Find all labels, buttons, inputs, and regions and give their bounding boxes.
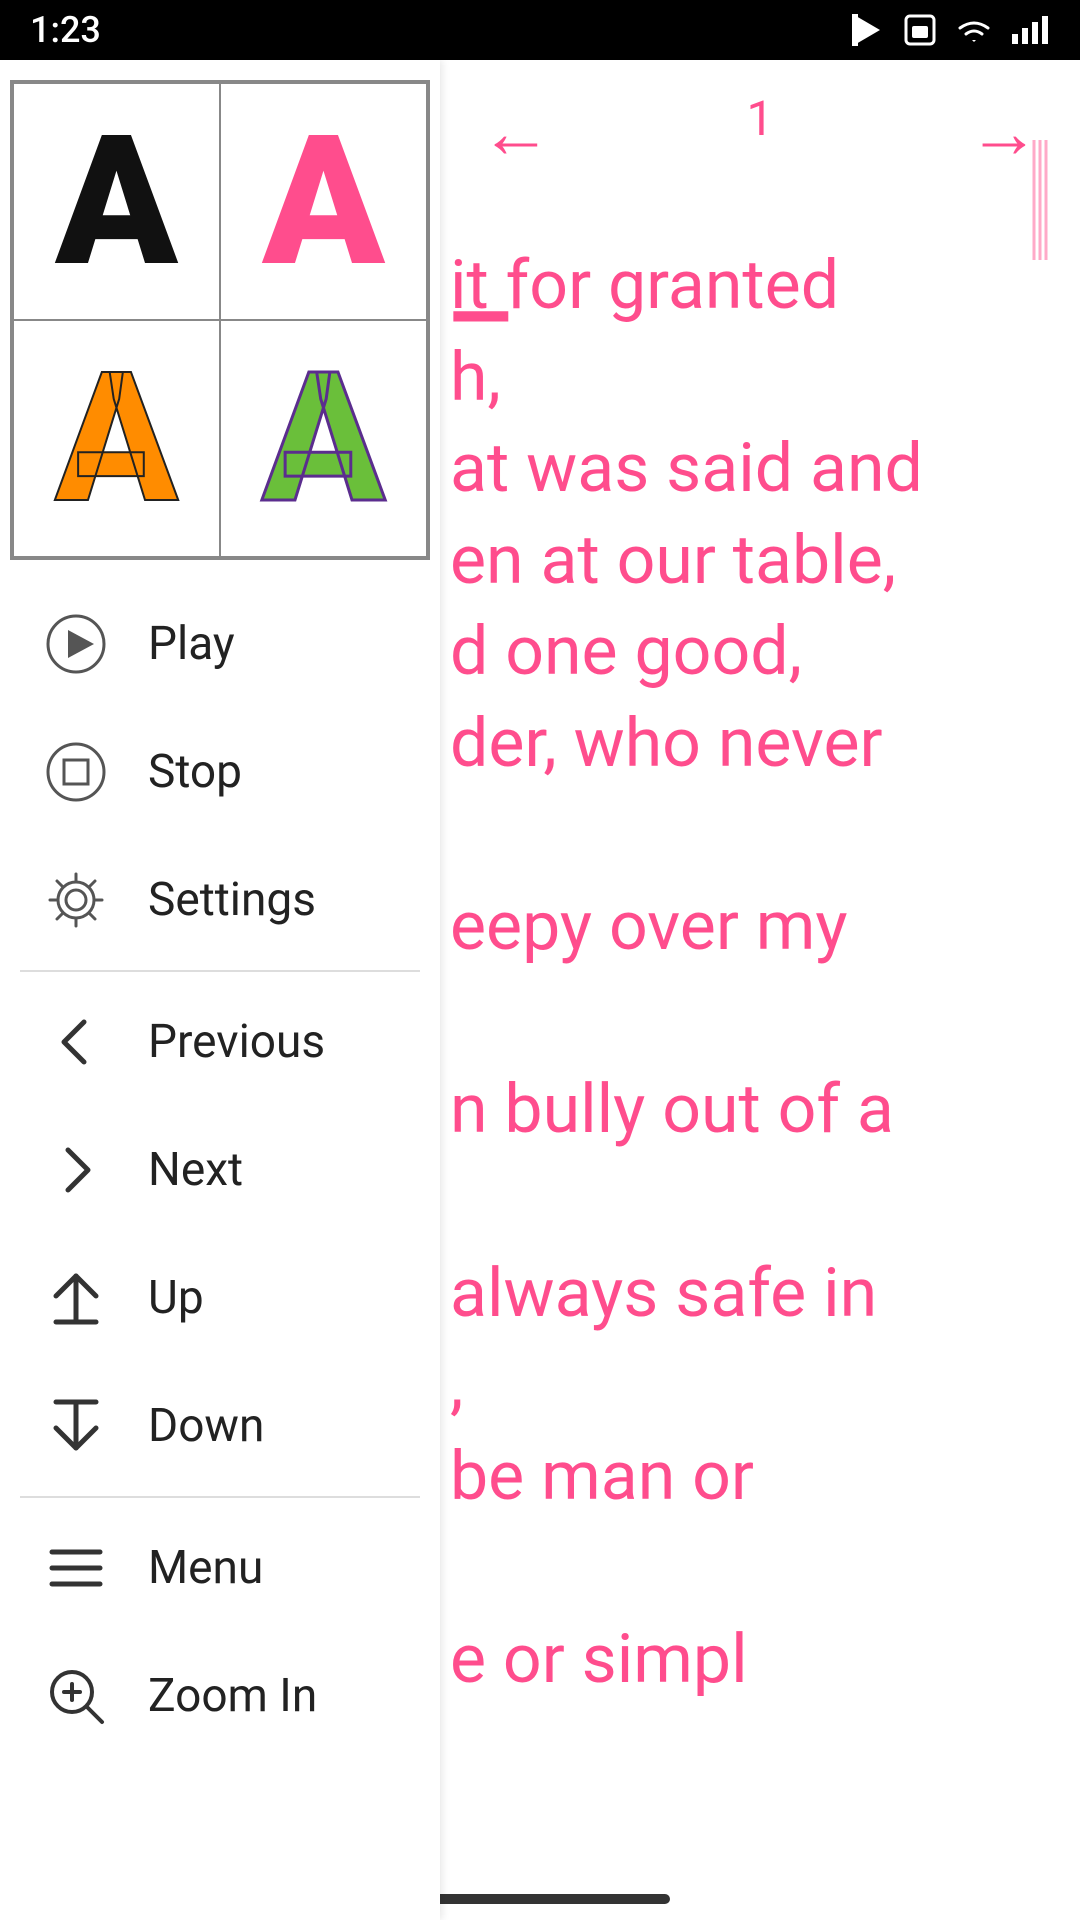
play-store-icon (850, 12, 886, 48)
next-label: Next (148, 1143, 243, 1197)
status-icons (850, 12, 1050, 48)
arrow-right-icon (40, 1134, 112, 1206)
right-panel: ← 1 → — it for granted h, at was said an… (440, 60, 1080, 1920)
font-cell-green-purple[interactable]: A (220, 320, 427, 557)
content-line-6: der, who never (450, 703, 1060, 785)
content-line-8: eepy over my (450, 886, 1060, 968)
sim-icon (902, 12, 938, 48)
font-cell-orange[interactable]: A (13, 320, 220, 557)
content-line-12: always safe in (450, 1253, 1060, 1335)
zoom-in-label: Zoom In (148, 1669, 317, 1723)
vertical-dots (1018, 140, 1060, 260)
divider-2 (20, 1496, 420, 1498)
menu-item-up[interactable]: Up (0, 1234, 440, 1362)
content-text: it for granted h, at was said and en at … (440, 185, 1080, 1731)
back-arrow[interactable]: ← (480, 90, 552, 175)
menu-label: Menu (148, 1541, 263, 1595)
play-icon (40, 608, 112, 680)
stop-icon (40, 736, 112, 808)
previous-label: Previous (148, 1015, 325, 1069)
divider-1 (20, 970, 420, 972)
menu-item-next[interactable]: Next (0, 1106, 440, 1234)
content-line-3: at was said and (450, 428, 1060, 510)
left-panel: A A A A Play (0, 60, 440, 1920)
status-time: 1:23 (30, 9, 101, 51)
menu-item-down[interactable]: Down (0, 1362, 440, 1490)
content-line-5: d one good, (450, 611, 1060, 693)
main-layout: A A A A Play (0, 60, 1080, 1920)
arrow-down-icon (40, 1390, 112, 1462)
signal-icon (1010, 12, 1050, 48)
content-line-1: it for granted (450, 245, 1060, 327)
zoom-in-icon (40, 1660, 112, 1732)
menu-item-previous[interactable]: Previous (0, 978, 440, 1106)
content-line-4: en at our table, (450, 520, 1060, 602)
menu-item-zoom-in[interactable]: Zoom In (0, 1632, 440, 1760)
left-edge-indicator: — (450, 270, 510, 364)
settings-label: Settings (148, 873, 316, 927)
content-line-13: , (450, 1344, 1060, 1426)
status-bar: 1:23 (0, 0, 1080, 60)
content-line-10: n bully out of a (450, 1069, 1060, 1151)
font-cell-black[interactable]: A (13, 83, 220, 320)
settings-icon (40, 864, 112, 936)
wifi-icon (954, 12, 994, 48)
arrow-up-icon (40, 1262, 112, 1334)
up-label: Up (148, 1271, 204, 1325)
content-line-14: be man or (450, 1436, 1060, 1518)
menu-item-play[interactable]: Play (0, 580, 440, 708)
page-number: 1 (747, 90, 774, 147)
font-letter-black: A (55, 112, 178, 292)
menu-section: Play Stop (0, 570, 440, 1920)
font-grid: A A A A (10, 80, 430, 560)
font-letter-pink: A (262, 112, 385, 292)
menu-item-settings[interactable]: Settings (0, 836, 440, 964)
stop-label: Stop (148, 745, 242, 799)
content-line-2: h, (450, 337, 1060, 419)
content-line-9 (450, 978, 1060, 1060)
content-line-11 (450, 1161, 1060, 1243)
down-label: Down (148, 1399, 264, 1453)
menu-icon (40, 1532, 112, 1604)
font-cell-pink[interactable]: A (220, 83, 427, 320)
top-nav: ← 1 → (440, 60, 1080, 185)
menu-item-menu[interactable]: Menu (0, 1504, 440, 1632)
menu-item-stop[interactable]: Stop (0, 708, 440, 836)
arrow-left-icon (40, 1006, 112, 1078)
play-label: Play (148, 617, 235, 671)
content-line-15 (450, 1527, 1060, 1609)
content-line-7 (450, 795, 1060, 877)
font-letter-orange: A (55, 349, 178, 529)
content-line-16: e or simpl (450, 1619, 1060, 1701)
font-letter-green-purple: A (262, 349, 385, 529)
home-indicator (410, 1894, 670, 1904)
